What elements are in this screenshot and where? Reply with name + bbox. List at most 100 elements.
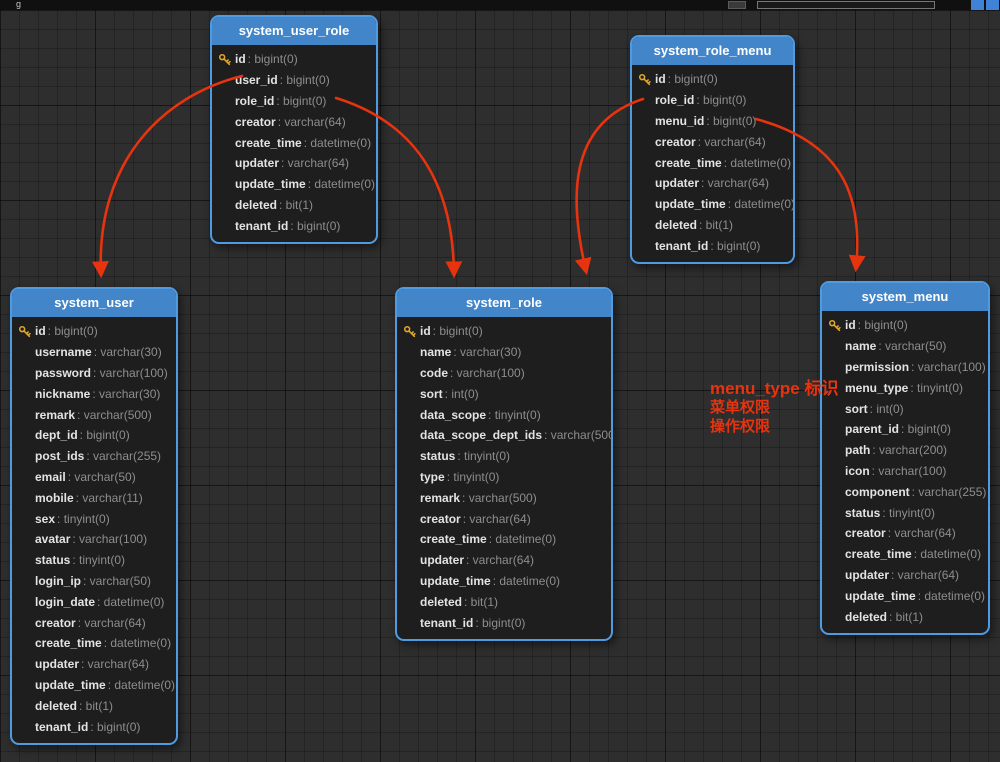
field-row-creator[interactable]: creator: varchar(64) <box>397 508 611 529</box>
field-row-username[interactable]: username: varchar(30) <box>12 342 176 363</box>
field-type: : bigint(0) <box>80 428 130 442</box>
field-row-id[interactable]: id: bigint(0) <box>212 49 376 70</box>
table-system_user_role[interactable]: system_user_roleid: bigint(0)user_id: bi… <box>210 15 378 244</box>
field-row-dept_id[interactable]: dept_id: bigint(0) <box>12 425 176 446</box>
field-row-status[interactable]: status: tinyint(0) <box>12 550 176 571</box>
field-row-sort[interactable]: sort: int(0) <box>397 383 611 404</box>
field-row-create_time[interactable]: create_time: datetime(0) <box>632 152 793 173</box>
field-row-id[interactable]: id: bigint(0) <box>12 321 176 342</box>
field-row-role_id[interactable]: role_id: bigint(0) <box>212 91 376 112</box>
toolbar-button[interactable] <box>728 1 746 9</box>
field-row-deleted[interactable]: deleted: bit(1) <box>212 195 376 216</box>
field-row-updater[interactable]: updater: varchar(64) <box>397 550 611 571</box>
field-row-create_time[interactable]: create_time: datetime(0) <box>212 132 376 153</box>
field-type: : bigint(0) <box>48 324 98 338</box>
field-row-deleted[interactable]: deleted: bit(1) <box>397 591 611 612</box>
table-title-system_menu[interactable]: system_menu <box>822 283 988 311</box>
field-row-id[interactable]: id: bigint(0) <box>822 315 988 336</box>
table-title-system_role[interactable]: system_role <box>397 289 611 317</box>
field-row-sex[interactable]: sex: tinyint(0) <box>12 508 176 529</box>
field-row-menu_type[interactable]: menu_type: tinyint(0) <box>822 377 988 398</box>
field-row-deleted[interactable]: deleted: bit(1) <box>822 606 988 627</box>
field-row-status[interactable]: status: tinyint(0) <box>822 502 988 523</box>
field-row-status[interactable]: status: tinyint(0) <box>397 446 611 467</box>
table-system_user[interactable]: system_userid: bigint(0)username: varcha… <box>10 287 178 745</box>
field-row-email[interactable]: email: varchar(50) <box>12 467 176 488</box>
field-row-menu_id[interactable]: menu_id: bigint(0) <box>632 111 793 132</box>
field-row-update_time[interactable]: update_time: datetime(0) <box>397 571 611 592</box>
field-row-role_id[interactable]: role_id: bigint(0) <box>632 90 793 111</box>
field-row-creator[interactable]: creator: varchar(64) <box>632 131 793 152</box>
field-type: : varchar(30) <box>92 387 160 401</box>
field-row-create_time[interactable]: create_time: datetime(0) <box>397 529 611 550</box>
field-row-creator[interactable]: creator: varchar(64) <box>212 111 376 132</box>
field-row-data_scope_dept_ids[interactable]: data_scope_dept_ids: varchar(500) <box>397 425 611 446</box>
field-row-login_ip[interactable]: login_ip: varchar(50) <box>12 571 176 592</box>
field-name: username <box>35 345 92 359</box>
field-row-password[interactable]: password: varchar(100) <box>12 363 176 384</box>
table-system_role[interactable]: system_role id: bigint(0)name: varchar(30… <box>395 287 613 641</box>
field-row-updater[interactable]: updater: varchar(64) <box>822 565 988 586</box>
field-row-create_time[interactable]: create_time: datetime(0) <box>12 633 176 654</box>
table-system_role_menu[interactable]: system_role_menu id: bigint(0)role_id: bi… <box>630 35 795 264</box>
field-row-mobile[interactable]: mobile: varchar(11) <box>12 487 176 508</box>
field-row-tenant_id[interactable]: tenant_id: bigint(0) <box>397 612 611 633</box>
field-row-user_id[interactable]: user_id: bigint(0) <box>212 70 376 91</box>
field-row-create_time[interactable]: create_time: datetime(0) <box>822 544 988 565</box>
table-title-system_user_role[interactable]: system_user_role <box>212 17 376 45</box>
field-row-update_time[interactable]: update_time: datetime(0) <box>212 174 376 195</box>
field-row-code[interactable]: code: varchar(100) <box>397 363 611 384</box>
field-row-update_time[interactable]: update_time: datetime(0) <box>822 585 988 606</box>
field-name: nickname <box>35 387 90 401</box>
field-row-nickname[interactable]: nickname: varchar(30) <box>12 383 176 404</box>
primary-key-icon <box>18 325 35 338</box>
field-row-path[interactable]: path: varchar(200) <box>822 440 988 461</box>
field-row-name[interactable]: name: varchar(30) <box>397 342 611 363</box>
field-row-remark[interactable]: remark: varchar(500) <box>12 404 176 425</box>
field-name: path <box>845 443 870 457</box>
table-title-system_user[interactable]: system_user <box>12 289 176 317</box>
field-name: mobile <box>35 491 74 505</box>
field-row-post_ids[interactable]: post_ids: varchar(255) <box>12 446 176 467</box>
field-type: : varchar(100) <box>872 464 947 478</box>
field-type: : bigint(0) <box>280 73 330 87</box>
field-row-creator[interactable]: creator: varchar(64) <box>12 612 176 633</box>
field-row-remark[interactable]: remark: varchar(500) <box>397 487 611 508</box>
annotation-line: 菜单权限 <box>710 398 838 417</box>
field-row-update_time[interactable]: update_time: datetime(0) <box>632 194 793 215</box>
field-row-updater[interactable]: updater: varchar(64) <box>12 654 176 675</box>
field-row-updater[interactable]: updater: varchar(64) <box>212 153 376 174</box>
table-title-system_role_menu[interactable]: system_role_menu <box>632 37 793 65</box>
field-name: id <box>235 52 246 66</box>
field-row-icon[interactable]: icon: varchar(100) <box>822 461 988 482</box>
primary-key-icon <box>218 53 235 66</box>
field-row-tenant_id[interactable]: tenant_id: bigint(0) <box>632 235 793 256</box>
field-row-deleted[interactable]: deleted: bit(1) <box>12 695 176 716</box>
field-row-tenant_id[interactable]: tenant_id: bigint(0) <box>212 215 376 236</box>
field-row-permission[interactable]: permission: varchar(100) <box>822 357 988 378</box>
field-row-login_date[interactable]: login_date: datetime(0) <box>12 591 176 612</box>
field-row-id[interactable]: id: bigint(0) <box>632 69 793 90</box>
field-row-updater[interactable]: updater: varchar(64) <box>632 173 793 194</box>
field-name: update_time <box>655 197 726 211</box>
search-input[interactable] <box>757 1 935 9</box>
table-system_menu[interactable]: system_menu id: bigint(0)name: varchar(50… <box>820 281 990 635</box>
window-accent-icon[interactable] <box>986 0 999 10</box>
field-row-parent_id[interactable]: parent_id: bigint(0) <box>822 419 988 440</box>
field-row-tenant_id[interactable]: tenant_id: bigint(0) <box>12 716 176 737</box>
field-row-type[interactable]: type: tinyint(0) <box>397 467 611 488</box>
field-row-sort[interactable]: sort: int(0) <box>822 398 988 419</box>
field-type: : bigint(0) <box>901 422 951 436</box>
field-row-update_time[interactable]: update_time: datetime(0) <box>12 675 176 696</box>
field-row-data_scope[interactable]: data_scope: tinyint(0) <box>397 404 611 425</box>
field-row-creator[interactable]: creator: varchar(64) <box>822 523 988 544</box>
field-row-avatar[interactable]: avatar: varchar(100) <box>12 529 176 550</box>
field-row-name[interactable]: name: varchar(50) <box>822 336 988 357</box>
field-name: role_id <box>655 93 694 107</box>
field-type: : varchar(30) <box>453 345 521 359</box>
field-name: deleted <box>35 699 77 713</box>
field-row-id[interactable]: id: bigint(0) <box>397 321 611 342</box>
window-accent-icon[interactable] <box>971 0 984 10</box>
field-row-deleted[interactable]: deleted: bit(1) <box>632 215 793 236</box>
field-row-component[interactable]: component: varchar(255) <box>822 481 988 502</box>
